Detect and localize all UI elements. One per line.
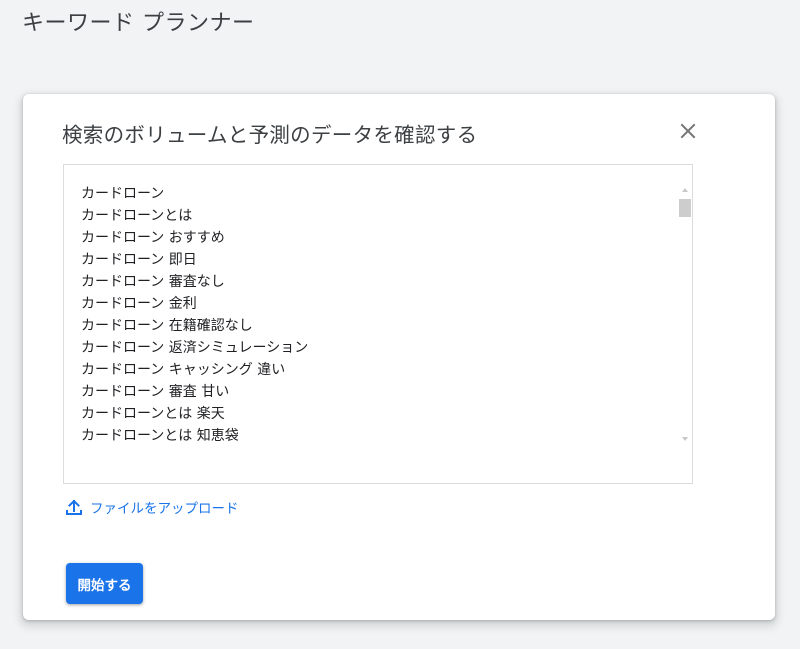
keyword-line: カードローン 返済シミュレーション (81, 340, 309, 356)
close-icon (680, 123, 696, 139)
scroll-thumb[interactable] (679, 199, 691, 217)
start-button[interactable]: 開始する (66, 563, 143, 604)
keyword-line: カードローンとは (81, 208, 193, 224)
keyword-list: カードローン カードローンとは カードローン おすすめ カードローン 即日 カー… (81, 183, 308, 447)
keyword-textarea[interactable]: カードローン カードローンとは カードローン おすすめ カードローン 即日 カー… (63, 164, 693, 484)
keyword-line: カードローン 審査なし (81, 274, 225, 290)
upload-file-label: ファイルをアップロード (90, 501, 239, 517)
scroll-down-arrow-icon[interactable] (682, 437, 688, 441)
scroll-up-arrow-icon[interactable] (682, 188, 688, 192)
keyword-line: カードローンとは 楽天 (81, 406, 225, 422)
keyword-line: カードローン (81, 186, 165, 202)
keyword-line: カードローン キャッシング 違い (81, 362, 286, 378)
close-button[interactable] (673, 116, 703, 146)
upload-file-link[interactable]: ファイルをアップロード (65, 497, 239, 517)
keyword-line: カードローン おすすめ (81, 230, 225, 246)
keyword-line: カードローン 在籍確認なし (81, 318, 253, 334)
dialog-title: 検索のボリュームと予測のデータを確認する (62, 123, 478, 147)
keyword-line: カードローン 金利 (81, 296, 197, 312)
keyword-line: カードローン 即日 (81, 252, 197, 268)
search-volume-dialog: 検索のボリュームと予測のデータを確認する カードローン カードローンとは カード… (23, 94, 775, 620)
textarea-scrollbar[interactable] (678, 185, 692, 445)
keyword-line: カードローンとは 知恵袋 (81, 428, 239, 444)
page-title: キーワード プランナー (22, 11, 255, 36)
keyword-line: カードローン 審査 甘い (81, 384, 230, 400)
upload-icon (66, 499, 82, 515)
